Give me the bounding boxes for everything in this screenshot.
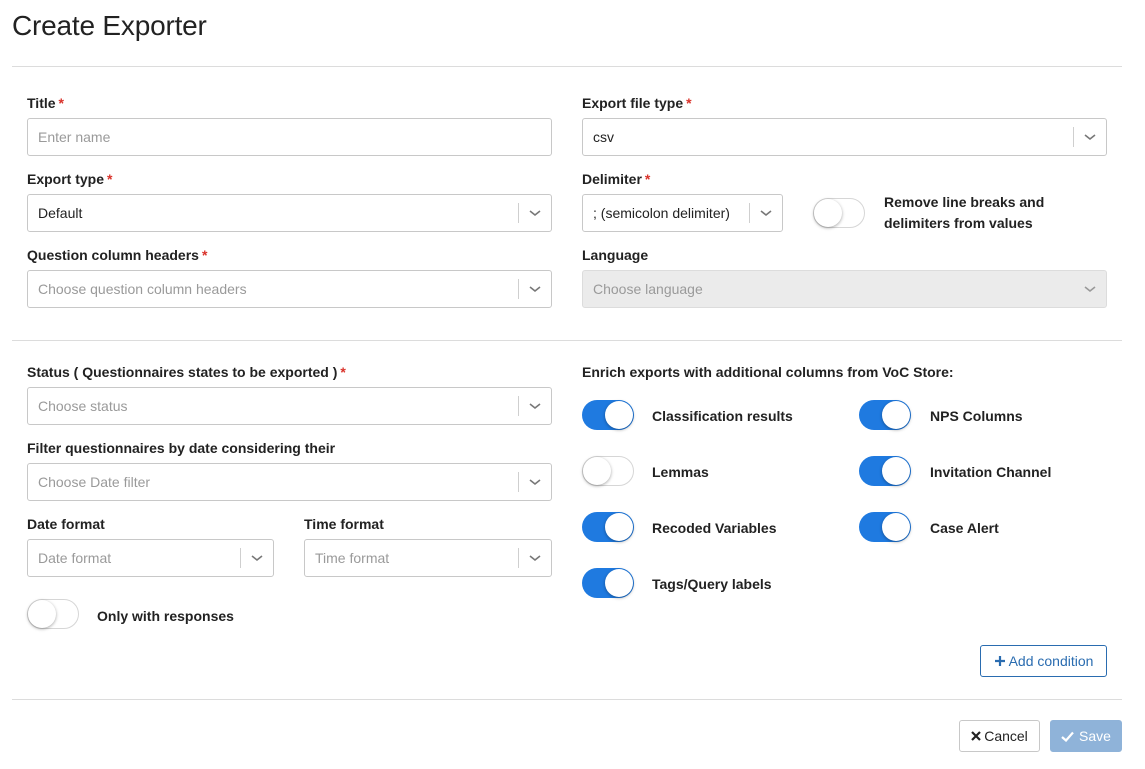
delimiter-label: Delimiter * [582,171,651,187]
date-format-label: Date format [27,516,105,532]
toggle-knob [605,569,633,597]
classification-results-label: Classification results [652,408,793,424]
toggle-knob [605,401,633,429]
status-placeholder: Choose status [38,398,128,414]
date-filter-select[interactable]: Choose Date filter [27,463,552,501]
chevron-down-icon[interactable] [250,551,264,565]
chevron-down-icon[interactable] [528,551,542,565]
select-separator [749,203,750,223]
select-separator [518,396,519,416]
toggle-knob [882,401,910,429]
lemmas-toggle[interactable] [582,456,634,486]
case-alert-toggle[interactable] [859,512,911,542]
lemmas-label: Lemmas [652,464,709,480]
delimiter-select[interactable]: ; (semicolon delimiter) [582,194,783,232]
chevron-down-icon [1083,282,1097,296]
close-icon [971,731,981,741]
toggle-knob [882,513,910,541]
time-format-label: Time format [304,516,384,532]
cancel-button[interactable]: Cancel [959,720,1040,752]
chevron-down-icon[interactable] [528,475,542,489]
toggle-knob [605,513,633,541]
save-label: Save [1079,728,1111,744]
chevron-down-icon[interactable] [1083,130,1097,144]
chevron-down-icon[interactable] [528,282,542,296]
tags-query-labels-label: Tags/Query labels [652,576,772,592]
header-divider [12,66,1122,67]
check-icon [1061,731,1074,742]
nps-columns-toggle[interactable] [859,400,911,430]
date-filter-placeholder: Choose Date filter [38,474,151,490]
date-format-select[interactable]: Date format [27,539,274,577]
save-button[interactable]: Save [1050,720,1122,752]
invitation-channel-toggle[interactable] [859,456,911,486]
title-label: Title * [27,95,64,111]
tags-query-labels-toggle[interactable] [582,568,634,598]
time-format-select[interactable]: Time format [304,539,552,577]
select-separator [518,548,519,568]
case-alert-label: Case Alert [930,520,999,536]
toggle-knob [882,457,910,485]
page-title: Create Exporter [12,10,207,41]
enrich-heading: Enrich exports with additional columns f… [582,364,954,380]
only-with-responses-toggle[interactable] [27,599,79,629]
question-column-headers-label: Question column headers * [27,247,208,263]
footer-divider [12,699,1122,700]
question-column-headers-placeholder: Choose question column headers [38,281,247,297]
date-format-placeholder: Date format [38,550,112,566]
select-separator [518,472,519,492]
toggle-knob [814,199,842,227]
date-filter-label: Filter questionnaires by date considerin… [27,440,336,456]
export-type-select[interactable]: Default [27,194,552,232]
status-select[interactable]: Choose status [27,387,552,425]
toggle-knob [28,600,56,628]
classification-results-toggle[interactable] [582,400,634,430]
remove-line-breaks-toggle[interactable] [813,198,865,228]
export-type-label: Export type * [27,171,113,187]
select-separator [240,548,241,568]
plus-icon [994,655,1006,667]
recoded-variables-label: Recoded Variables [652,520,777,536]
only-with-responses-label: Only with responses [97,608,234,624]
add-condition-label: Add condition [1008,653,1094,669]
language-placeholder: Choose language [593,281,703,297]
status-label: Status ( Questionnaires states to be exp… [27,364,346,380]
chevron-down-icon[interactable] [528,206,542,220]
chevron-down-icon[interactable] [528,399,542,413]
export-file-type-label: Export file type * [582,95,692,111]
language-select: Choose language [582,270,1107,308]
title-input[interactable] [28,119,551,155]
question-column-headers-select[interactable]: Choose question column headers [27,270,552,308]
toggle-knob [583,457,611,485]
select-separator [1073,127,1074,147]
language-label: Language [582,247,649,263]
remove-line-breaks-label: Remove line breaks and delimiters from v… [884,194,1045,231]
delimiter-value: ; (semicolon delimiter) [593,205,730,221]
invitation-channel-label: Invitation Channel [930,464,1052,480]
select-separator [518,279,519,299]
chevron-down-icon[interactable] [759,206,773,220]
export-type-value: Default [38,205,83,221]
cancel-label: Cancel [984,728,1028,744]
time-format-placeholder: Time format [315,550,390,566]
export-file-type-value: csv [593,129,614,145]
export-file-type-select[interactable]: csv [582,118,1107,156]
select-separator [518,203,519,223]
recoded-variables-toggle[interactable] [582,512,634,542]
section-divider [12,340,1122,341]
add-condition-button[interactable]: Add condition [980,645,1107,677]
title-field[interactable] [27,118,552,156]
nps-columns-label: NPS Columns [930,408,1023,424]
